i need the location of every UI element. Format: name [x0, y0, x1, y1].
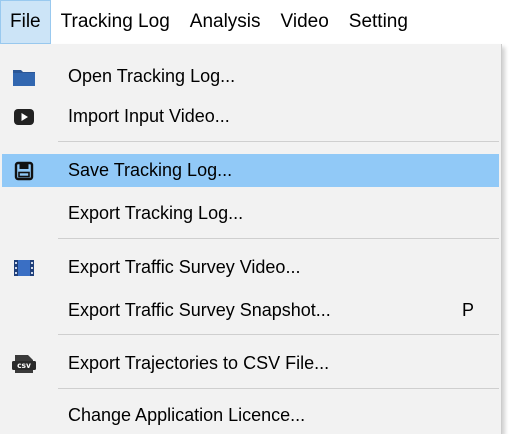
menu-item-shortcut: P	[462, 300, 475, 320]
menu-item-label: Import Input Video...	[68, 106, 230, 126]
menu-video[interactable]: Video	[271, 0, 339, 44]
menu-item-export-traffic-survey-snapshot[interactable]: Export Traffic Survey Snapshot... P	[2, 294, 499, 327]
menu-item-label: Export Traffic Survey Snapshot...	[68, 300, 331, 320]
menu-item-label: Save Tracking Log...	[68, 160, 233, 180]
menu-analysis[interactable]: Analysis	[180, 0, 271, 44]
menu-item-change-application-licence[interactable]: Change Application Licence...	[2, 399, 499, 432]
menu-file[interactable]: File	[0, 0, 51, 44]
menu-item-label: Export Traffic Survey Video...	[68, 257, 301, 277]
menu-separator	[58, 334, 499, 335]
menu-item-open-tracking-log[interactable]: Open Tracking Log...	[2, 60, 499, 93]
file-menu-dropdown: Open Tracking Log... Import Input Video.…	[0, 44, 502, 434]
app-window: File Tracking Log Analysis Video Setting…	[0, 0, 514, 434]
menu-settings[interactable]: Setting	[339, 0, 418, 44]
menu-item-import-input-video[interactable]: Import Input Video...	[2, 100, 499, 133]
video-play-icon	[12, 105, 36, 129]
menu-item-export-traffic-survey-video[interactable]: Export Traffic Survey Video...	[2, 251, 499, 284]
menu-item-label: Export Trajectories to CSV File...	[68, 353, 330, 373]
menu-separator	[58, 388, 499, 389]
folder-icon	[12, 65, 36, 89]
menu-item-label: Open Tracking Log...	[68, 66, 236, 86]
menu-item-save-tracking-log[interactable]: Save Tracking Log...	[2, 154, 499, 187]
menu-item-export-trajectories-csv[interactable]: csv Export Trajectories to CSV File...	[2, 347, 499, 380]
save-disk-icon	[12, 159, 36, 183]
menu-separator	[58, 141, 499, 142]
csv-file-icon: csv	[12, 352, 36, 376]
menu-item-label: Export Tracking Log...	[68, 203, 244, 223]
menu-separator	[58, 238, 499, 239]
menu-item-label: Change Application Licence...	[68, 405, 306, 425]
film-strip-icon	[12, 256, 36, 280]
menu-item-export-tracking-log[interactable]: Export Tracking Log...	[2, 197, 499, 230]
menu-tracking-log[interactable]: Tracking Log	[51, 0, 180, 44]
menu-bar: File Tracking Log Analysis Video Setting	[0, 0, 514, 44]
csv-icon-text: csv	[17, 361, 31, 370]
background-area	[502, 44, 514, 434]
